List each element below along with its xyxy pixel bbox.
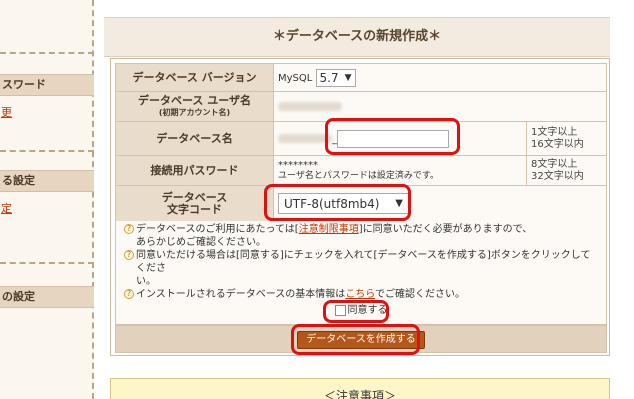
notice2-text: 同意いただける場合は[同意する]にチェックを入れて[データベースを作成する]ボタ… [136,250,591,274]
sidebar-section-other: の設定 [0,286,94,308]
password-note: 8文字以上 32文字以内 [526,155,607,186]
question-icon: ? [124,250,134,260]
main-content: ＊データベースの新規作成＊ データベース バージョン MySQL 5.7 ▼ デ… [104,0,610,399]
dbname-note-max: 16文字以内 [531,138,584,150]
sidebar-top-block [0,0,94,54]
page-title: ＊データベースの新規作成＊ [104,17,610,57]
notice3-text: インストールされるデータベースの基本情報は [136,289,346,300]
sidebar-heading: る設定 [0,170,94,192]
sidebar-divider [0,262,94,264]
notice3-text-after: でご確認ください。 [375,289,466,300]
sidebar-section-settings: る設定 定 [0,170,94,216]
row-username: データベース ユーザ名 (初期アカウント名) [115,91,607,122]
row-version: データベース バージョン MySQL 5.7 ▼ [115,63,607,92]
username-cell [273,91,607,122]
username-redacted [278,101,342,111]
version-value: 5.7 [319,70,339,85]
dbname-note: 1文字以上 16文字以内 [526,121,607,156]
notice-item: ? 同意いただける場合は[同意する]にチェックを入れて[データベースを作成する]… [124,249,598,275]
notice2-line2: い。 [136,276,156,287]
row-password: 接続用パスワード ******** ユーザ名とパスワードは設定済みです。 8文字… [115,155,607,186]
sidebar-divider [0,150,94,152]
restrictions-link[interactable]: 注意制限事項 [299,224,359,235]
question-icon: ? [124,224,134,234]
password-status: ユーザ名とパスワードは設定済みです。 [278,170,439,181]
dbname-prefix-redacted [278,134,332,143]
sidebar-link-change[interactable]: 更 [0,104,94,120]
basic-info-link[interactable]: こちら [345,289,375,300]
dbname-label: データベース名 [115,121,274,156]
left-sidebar: スワード 更 る設定 定 の設定 [0,0,94,399]
charset-label: データベース 文字コード [115,185,274,222]
notice-item: ? データベースのご利用にあたっては[注意制限事項]に同意いただく必要があります… [124,223,598,236]
highlight-create-button [291,324,420,355]
username-label-text: データベース ユーザ名 [137,93,252,107]
dropdown-arrow-icon: ▼ [344,72,352,83]
mysql-label: MySQL [278,72,313,84]
version-select[interactable]: 5.7 ▼ [315,68,356,87]
version-label: データベース バージョン [115,63,274,92]
password-note-max: 32文字以内 [531,170,584,182]
version-cell: MySQL 5.7 ▼ [273,63,607,92]
dbname-note-min: 1文字以上 [531,126,578,138]
caution-title: ＜注意事項＞ [323,389,396,399]
highlight-charset-select [264,184,411,221]
username-sublabel: (初期アカウント名) [158,107,231,117]
question-icon: ? [124,289,134,299]
notice1-text-after: ]に同意いただく必要がありますので、 [358,224,533,235]
highlight-dbname-input [325,118,460,155]
username-label: データベース ユーザ名 (初期アカウント名) [115,91,274,122]
caution-box: ＜注意事項＞ [110,378,610,399]
notice1-text: データベースのご利用にあたっては[ [136,224,299,235]
password-cell: ******** ユーザ名とパスワードは設定済みです。 [273,155,527,186]
highlight-agree [323,300,389,323]
sidebar-link-settings[interactable]: 定 [0,200,94,216]
charset-label-line2: 文字コード [167,202,222,216]
sidebar-heading: の設定 [0,286,94,308]
notice1-line2: あらかじめご確認ください。 [136,237,266,248]
charset-label-line1: データベース [161,190,228,204]
password-masked: ******** [278,159,318,171]
sidebar-heading: スワード [0,74,94,96]
sidebar-section-password: スワード 更 [0,74,94,120]
password-note-min: 8文字以上 [531,158,578,170]
password-label: 接続用パスワード [115,155,274,186]
